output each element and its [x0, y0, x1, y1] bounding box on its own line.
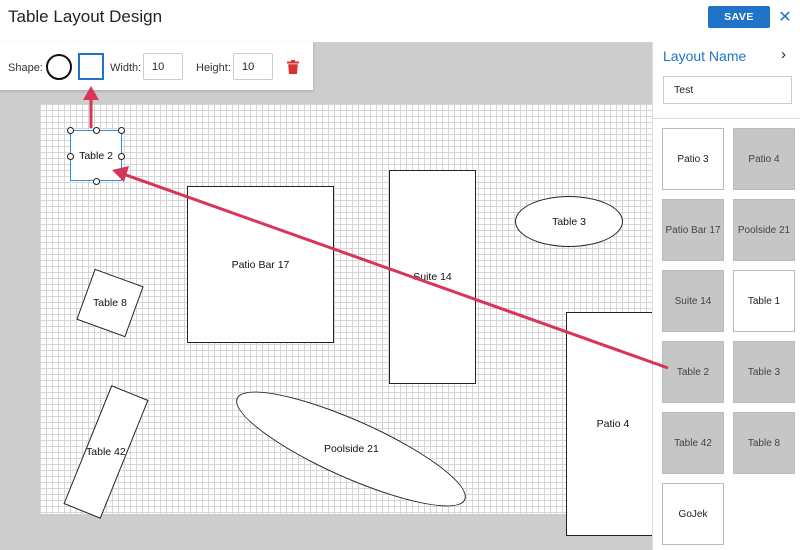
table-shape-table-42[interactable]: Table 42: [63, 385, 149, 519]
table-tile[interactable]: Patio 3: [662, 128, 724, 190]
table-label: Table 3: [552, 215, 586, 228]
table-shape-suite-14[interactable]: Suite 14: [389, 170, 476, 384]
layout-name-input[interactable]: [663, 76, 792, 104]
table-shape-patio-bar-17[interactable]: Patio Bar 17: [187, 186, 334, 343]
resize-handle-left[interactable]: [67, 153, 74, 160]
resize-handle-bottom[interactable]: [93, 178, 100, 185]
table-tile[interactable]: Table 1: [733, 270, 795, 332]
table-shape-table-3[interactable]: Table 3: [515, 196, 623, 247]
resize-handle-top-left[interactable]: [67, 127, 74, 134]
table-tile[interactable]: Table 2: [662, 341, 724, 403]
shape-label: Shape:: [8, 62, 43, 74]
canvas-area: Table 2 Table 8 Table 42 Patio Bar 17 Su…: [0, 42, 660, 550]
chevron-right-icon[interactable]: ›: [781, 46, 786, 63]
table-label: Poolside 21: [323, 443, 379, 455]
table-tile[interactable]: Table 3: [733, 341, 795, 403]
table-label: Table 8: [93, 296, 127, 309]
table-shape-patio-4[interactable]: Patio 4: [566, 312, 660, 536]
table-tile[interactable]: Table 42: [662, 412, 724, 474]
header-bar: Table Layout Design SAVE ✕: [0, 0, 800, 42]
page-title: Table Layout Design: [8, 7, 163, 26]
layout-name-label: Layout Name: [663, 48, 747, 64]
resize-handle-right[interactable]: [118, 153, 125, 160]
layout-sidebar: Layout Name › Patio 3 Patio 4 Patio Bar …: [652, 42, 800, 550]
table-label: Suite 14: [413, 271, 452, 283]
table-shape-table-8[interactable]: Table 8: [76, 268, 144, 338]
table-shape-table-2[interactable]: Table 2: [67, 127, 125, 185]
square-shape-button[interactable]: [78, 53, 104, 80]
shape-toolbar: Shape: Width: Height:: [0, 42, 313, 90]
table-label: Patio Bar 17: [231, 258, 290, 271]
table-tile[interactable]: Table 8: [733, 412, 795, 474]
width-label: Width:: [110, 62, 142, 74]
table-tile[interactable]: Patio 4: [733, 128, 795, 190]
table-label: Patio 4: [596, 418, 630, 430]
table-label: Table 42: [86, 446, 126, 459]
width-input[interactable]: [143, 53, 183, 80]
table-shape-poolside-21[interactable]: Poolside 21: [225, 371, 477, 527]
sidebar-divider: [653, 118, 800, 119]
table-tile[interactable]: Patio Bar 17: [662, 199, 724, 261]
resize-handle-top-right[interactable]: [118, 127, 125, 134]
circle-shape-button[interactable]: [46, 54, 72, 80]
save-button[interactable]: SAVE: [708, 6, 770, 28]
table-tile[interactable]: Suite 14: [662, 270, 724, 332]
table-tile[interactable]: Poolside 21: [733, 199, 795, 261]
layout-grid[interactable]: Table 2 Table 8 Table 42 Patio Bar 17 Su…: [40, 104, 660, 536]
resize-handle-top[interactable]: [93, 127, 100, 134]
table-label: Table 2: [79, 149, 113, 162]
table-tile[interactable]: GoJek: [662, 483, 724, 545]
height-label: Height:: [196, 62, 231, 74]
height-input[interactable]: [233, 53, 273, 80]
close-icon[interactable]: ✕: [776, 6, 794, 28]
trash-icon[interactable]: [287, 60, 299, 74]
